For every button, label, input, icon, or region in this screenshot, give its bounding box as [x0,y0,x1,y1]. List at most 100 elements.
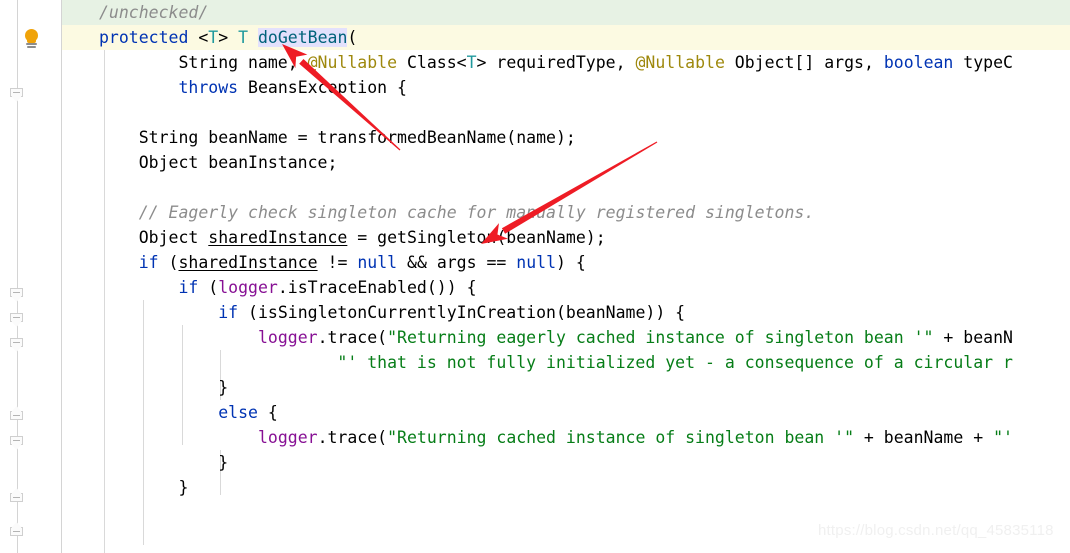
line-if-sharedInstance-token-5: null [357,253,398,272]
line-method-signature-token-4: T [238,28,249,47]
line-params-token-4: > requiredType, [476,53,636,72]
line-if-sharedInstance[interactable]: if (sharedInstance != null && args == nu… [62,250,1070,275]
line-if-sharedInstance-token-4: != [317,253,358,272]
fold-marker-tip [11,296,22,302]
line-params-token-8: typeC [953,53,1013,72]
fold-marker-tip [11,406,22,412]
line-throws[interactable]: throws BeansException { [62,75,1070,100]
line-trace-eagerly-token-0 [99,328,258,347]
fold-marker-dash [13,317,20,318]
line-params-token-3: T [466,53,477,72]
line-params-token-5: @Nullable [635,53,725,72]
watermark-text: https://blog.csdn.net/qq_45835118 [818,522,1054,539]
line-sharedInstance-assign-token-2: = getSingleton(beanName); [347,228,606,247]
line-trace-cached[interactable]: logger.trace("Returning cached instance … [62,425,1070,450]
line-sharedInstance-assign-token-0: Object [99,228,209,247]
line-trace-eagerly-token-1: logger [257,328,318,347]
fold-marker-tip [11,321,22,327]
line-beanInstance-token-0: Object beanInstance; [99,153,338,172]
line-method-signature-token-3: > [218,28,239,47]
line-eagerly-comment[interactable]: // Eagerly check singleton cache for man… [62,200,1070,225]
fold-marker-collapse-down-2[interactable] [10,313,25,328]
editor-gutter[interactable] [0,0,62,553]
fold-marker-tip [11,522,22,528]
line-params-token-1: @Nullable [307,53,398,72]
line-trace-cached-token-5: "' [993,428,1013,447]
line-throws-token-1: throws [178,78,239,97]
line-method-signature-token-0: protected [99,28,199,47]
line-params-token-0: String name, [99,53,308,72]
line-if-sharedInstance-token-1: if [138,253,159,272]
line-trace-eagerly-token-3: "Returning eagerly cached instance of si… [387,328,934,347]
line-close-brace-else[interactable]: } [62,450,1070,475]
line-params-token-2: Class< [397,53,467,72]
line-if-sharedInstance-token-2: ( [158,253,179,272]
fold-marker-dash [13,342,20,343]
fold-marker-tip [11,346,22,352]
line-if-currently-in-creation[interactable]: if (isSingletonCurrentlyInCreation(beanN… [62,300,1070,325]
lightbulb-base-top [26,43,37,45]
lightbulb-icon[interactable] [20,27,44,51]
line-method-signature-token-2: T [208,28,219,47]
line-if-trace-enabled-token-3: logger [218,278,278,297]
line-beanName-token-0: String beanName = transformedBeanName(na… [99,128,576,147]
line-params-token-6: Object[] args, [724,53,884,72]
line-if-currently-in-creation-token-0 [99,303,218,322]
fold-marker-tip [11,96,22,102]
line-if-trace-enabled-token-4: .isTraceEnabled()) { [277,278,477,297]
fold-marker-collapse-up-6[interactable] [10,488,25,508]
line-method-signature-token-6: doGetBean [257,28,348,47]
line-beanInstance[interactable]: Object beanInstance; [62,150,1070,175]
line-if-trace-enabled-token-2: ( [198,278,219,297]
line-if-sharedInstance-token-8: ) { [556,253,586,272]
line-if-currently-in-creation-token-2: (isSingletonCurrentlyInCreation(beanName… [238,303,686,322]
line-trace-cached-token-2: .trace( [317,428,388,447]
fold-marker-collapse-down-3[interactable] [10,338,25,353]
line-close-brace-outer[interactable]: } [62,475,1070,500]
line-close-brace-inner[interactable]: } [62,375,1070,400]
fold-marker-dash [13,415,20,416]
fold-marker-dash [13,92,20,93]
line-eagerly-comment-token-0 [99,203,139,222]
line-else[interactable]: else { [62,400,1070,425]
line-trace-eagerly-cont[interactable]: "' that is not fully initialized yet - a… [62,350,1070,375]
fold-marker-collapse-down-0[interactable] [10,88,25,103]
line-sharedInstance-assign[interactable]: Object sharedInstance = getSingleton(bea… [62,225,1070,250]
line-method-signature-token-7: ( [347,28,358,47]
line-close-brace-else-token-0: } [99,453,229,472]
line-params[interactable]: String name, @Nullable Class<T> required… [62,50,1070,75]
line-trace-eagerly-token-2: .trace( [317,328,388,347]
line-if-sharedInstance-token-6: && args == [397,253,517,272]
line-throws-token-0 [99,78,178,97]
line-if-sharedInstance-token-3: sharedInstance [178,253,318,272]
line-trace-eagerly-cont-token-1: "' that is not fully initialized yet - a… [337,353,1013,372]
line-trace-eagerly[interactable]: logger.trace("Returning eagerly cached i… [62,325,1070,350]
line-unchecked-comment-token-0: /unchecked/ [99,3,209,22]
fold-marker-collapse-up-7[interactable] [10,522,25,542]
fold-marker-collapse-down-1[interactable] [10,288,25,303]
line-if-trace-enabled[interactable]: if (logger.isTraceEnabled()) { [62,275,1070,300]
line-else-token-2: { [257,403,278,422]
line-beanName[interactable]: String beanName = transformedBeanName(na… [62,125,1070,150]
line-else-token-1: else [218,403,258,422]
fold-marker-collapse-up-4[interactable] [10,406,25,426]
code-editor[interactable]: /unchecked/protected <T> T doGetBean( St… [0,0,1070,553]
fold-marker-dash [13,440,20,441]
line-else-token-0 [99,403,218,422]
fold-marker-collapse-down-5[interactable] [10,436,25,451]
line-if-trace-enabled-token-1: if [178,278,199,297]
line-blank-1[interactable] [62,100,1070,125]
line-if-trace-enabled-token-0 [99,278,178,297]
line-trace-cached-token-3: "Returning cached instance of singleton … [387,428,854,447]
line-trace-cached-token-1: logger [257,428,318,447]
fold-marker-dash [13,531,20,532]
gutter-left-rule [17,0,18,553]
line-blank-2[interactable] [62,175,1070,200]
code-text-area[interactable]: /unchecked/protected <T> T doGetBean( St… [62,0,1070,553]
line-unchecked-comment[interactable]: /unchecked/ [62,0,1070,25]
line-method-signature-token-5 [248,28,258,47]
line-if-sharedInstance-token-0 [99,253,139,272]
line-trace-eagerly-token-4: + beanN [933,328,1013,347]
line-trace-cached-token-0 [99,428,258,447]
line-method-signature[interactable]: protected <T> T doGetBean( [62,25,1070,50]
